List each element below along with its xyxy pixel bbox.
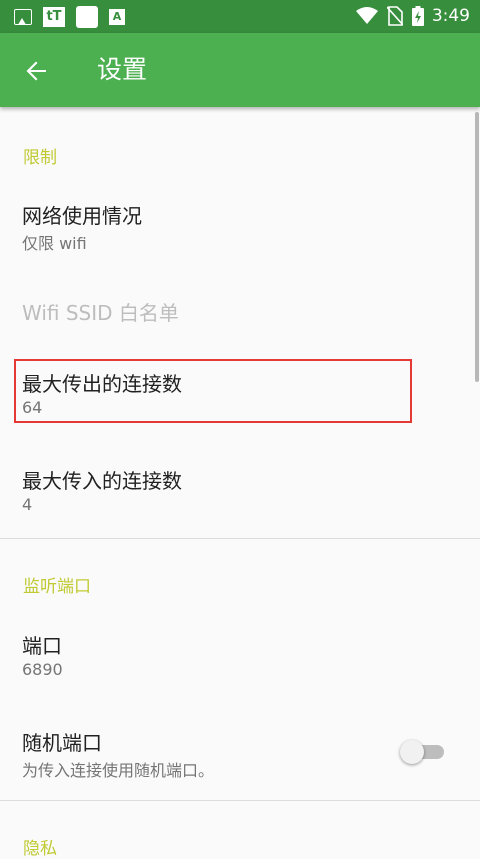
battery-charging-icon xyxy=(411,6,424,26)
section-header-privacy: 隐私 xyxy=(23,839,57,859)
random-port-toggle[interactable] xyxy=(400,740,446,764)
pref-summary: 6890 xyxy=(22,660,63,679)
highlight-box xyxy=(14,359,412,423)
divider xyxy=(0,800,480,801)
scrollbar[interactable] xyxy=(475,112,479,382)
pref-title: 网络使用情况 xyxy=(22,204,142,228)
pref-title: Wifi SSID 白名单 xyxy=(22,301,179,325)
pref-summary: 仅限 wifi xyxy=(22,234,87,253)
pref-title: 随机端口 xyxy=(22,731,102,755)
image-icon xyxy=(14,9,32,25)
divider xyxy=(0,538,480,539)
toggle-thumb xyxy=(400,740,424,764)
arrow-back-icon[interactable] xyxy=(20,55,52,87)
section-header-limits: 限制 xyxy=(23,148,57,168)
status-time: 3:49 xyxy=(431,6,470,26)
pref-summary: 4 xyxy=(22,495,33,514)
pref-title: 端口 xyxy=(22,634,62,658)
wifi-icon xyxy=(355,7,378,24)
pref-summary: 为传入连接使用随机端口。 xyxy=(22,761,215,780)
tt-icon: tT xyxy=(43,7,65,27)
square-icon xyxy=(76,6,98,28)
pref-title: 最大传入的连接数 xyxy=(22,469,182,493)
page-title: 设置 xyxy=(97,55,148,84)
no-sim-icon xyxy=(386,6,403,26)
a-icon: A xyxy=(109,9,125,25)
status-bar: tT A 3:49 xyxy=(0,0,480,33)
section-header-listen-port: 监听端口 xyxy=(23,577,91,597)
app-bar: 设置 xyxy=(0,33,480,107)
